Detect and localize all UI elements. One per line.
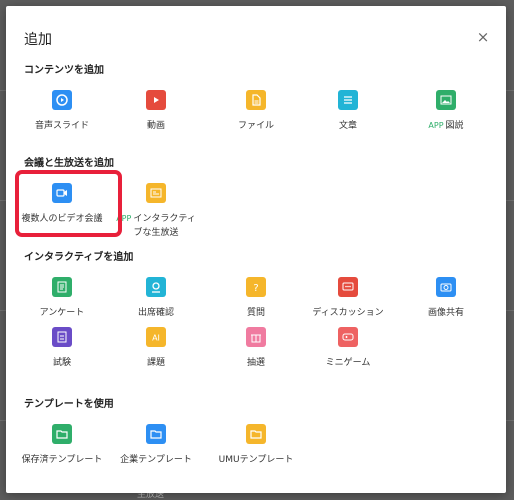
attendance-icon [146, 277, 166, 297]
item-label: 動画 [109, 119, 203, 133]
item-label: 保存済テンプレート [15, 453, 109, 467]
survey-icon [52, 277, 72, 297]
dialog-title: 追加 [24, 32, 52, 48]
item-label-text: UMUテンプレート [218, 455, 294, 465]
section-title-meeting: 会議と生放送を追加 [24, 158, 114, 169]
add-item-question[interactable]: ? 質問 [209, 277, 303, 325]
add-item-audio-slide[interactable]: 音声スライド [15, 90, 109, 138]
add-item-attendance[interactable]: 出席確認 [109, 277, 203, 325]
item-label: 試験 [15, 356, 109, 370]
item-label-text: 保存済テンプレート [21, 455, 103, 465]
item-label: 文章 [301, 119, 395, 133]
item-label: APP インタラクティ ブな生放送 [109, 212, 203, 240]
audio-slide-icon [52, 90, 72, 110]
add-item-video[interactable]: 動画 [109, 90, 203, 138]
item-label: 画像共有 [399, 306, 493, 320]
item-label-text: ミニゲーム [325, 358, 371, 368]
item-label-text: 図説 [445, 121, 464, 131]
question-icon: ? [246, 277, 266, 297]
item-label-text: 動画 [146, 121, 165, 131]
item-label: ディスカッション [301, 306, 395, 320]
item-label-text: 質問 [246, 308, 265, 318]
add-item-live-broadcast[interactable]: APP インタラクティ ブな生放送 [109, 183, 203, 238]
item-label: 質問 [209, 306, 303, 320]
add-item-minigame[interactable]: ミニゲーム [301, 327, 395, 375]
item-label-text: 課題 [146, 358, 165, 368]
close-icon[interactable]: × [474, 28, 492, 46]
add-dialog: 追加 × コンテンツを追加 会議と生放送を追加 インタラクティブを追加 テンプレ… [6, 6, 506, 493]
section-title-content: コンテンツを追加 [24, 65, 104, 76]
add-item-company-template[interactable]: 企業テンプレート [109, 424, 203, 472]
discussion-icon [338, 277, 358, 297]
add-item-file[interactable]: ファイル [209, 90, 303, 138]
app-badge: APP [428, 121, 444, 130]
svg-text:?: ? [253, 283, 258, 294]
add-item-umu-template[interactable]: UMUテンプレート [209, 424, 303, 472]
item-label: 課題 [109, 356, 203, 370]
article-icon [338, 90, 358, 110]
illustration-icon [436, 90, 456, 110]
item-label: UMUテンプレート [209, 453, 303, 467]
umu-template-icon [246, 424, 266, 444]
svg-text:AI: AI [152, 334, 160, 343]
add-item-survey[interactable]: アンケート [15, 277, 109, 325]
item-label-text: 画像共有 [427, 308, 464, 318]
item-label-text: ブな生放送 [133, 228, 179, 238]
exam-icon [52, 327, 72, 347]
video-icon [146, 90, 166, 110]
assignment-icon: AI [146, 327, 166, 347]
file-icon [246, 90, 266, 110]
item-label: ファイル [209, 119, 303, 133]
item-label-text: 抽選 [246, 358, 265, 368]
section-title-template: テンプレートを使用 [24, 399, 114, 410]
live-broadcast-icon [146, 183, 166, 203]
item-label-text: 音声スライド [34, 121, 89, 131]
item-label-text: ディスカッション [312, 308, 384, 318]
image-share-icon [436, 277, 456, 297]
highlight-box [15, 170, 122, 237]
item-label: 抽選 [209, 356, 303, 370]
add-item-image-share[interactable]: 画像共有 [399, 277, 493, 325]
section-title-interactive: インタラクティブを追加 [24, 252, 134, 263]
item-label: 企業テンプレート [109, 453, 203, 467]
item-label-text: ファイル [237, 121, 274, 131]
add-item-illustration[interactable]: APP 図説 [399, 90, 493, 138]
item-label-text: アンケート [39, 308, 85, 318]
add-item-discussion[interactable]: ディスカッション [301, 277, 395, 325]
item-label-text: インタラクティ [133, 214, 196, 224]
add-item-article[interactable]: 文章 [301, 90, 395, 138]
lottery-icon [246, 327, 266, 347]
item-label-text: 文章 [338, 121, 357, 131]
item-label: アンケート [15, 306, 109, 320]
company-template-icon [146, 424, 166, 444]
item-label: APP 図説 [399, 119, 493, 133]
item-label: ミニゲーム [301, 356, 395, 370]
add-item-exam[interactable]: 試験 [15, 327, 109, 375]
item-label: 出席確認 [109, 306, 203, 320]
saved-template-icon [52, 424, 72, 444]
add-item-saved-template[interactable]: 保存済テンプレート [15, 424, 109, 472]
item-label-text: 企業テンプレート [120, 455, 192, 465]
item-label-text: 出席確認 [137, 308, 174, 318]
item-label-text: 試験 [52, 358, 71, 368]
minigame-icon [338, 327, 358, 347]
add-item-assignment[interactable]: AI 課題 [109, 327, 203, 375]
item-label: 音声スライド [15, 119, 109, 133]
add-item-lottery[interactable]: 抽選 [209, 327, 303, 375]
